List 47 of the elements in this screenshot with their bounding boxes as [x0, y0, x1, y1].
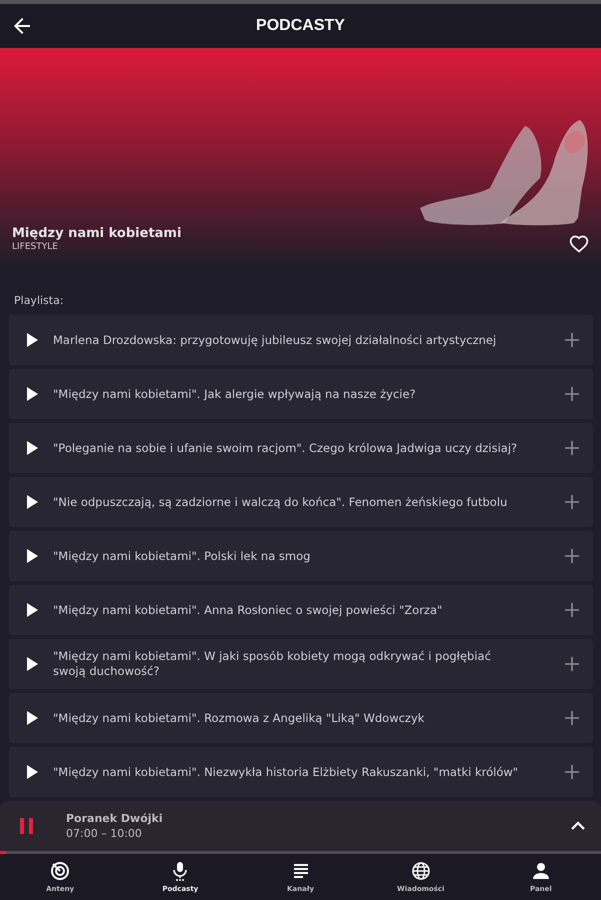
playlist-item[interactable]: "Między nami kobietami". W jaki sposób kobiety mogą odkrywać i pogłębiać swoją duchowość? [9, 639, 593, 689]
now-playing-time: 07:00 – 10:00 [66, 827, 143, 840]
episode-title: Marlena Drozdowska: przygotowuję jubileusz swojej działalności artystycznej [53, 332, 498, 348]
plus-icon[interactable] [565, 333, 579, 347]
episode-title: "Poleganie na sobie i ufanie swoim racjom". Czego królowa Jadwiga uczy dzisiaj? [53, 440, 518, 456]
heart-icon[interactable] [569, 234, 589, 254]
play-icon[interactable] [25, 711, 39, 725]
plus-icon[interactable] [565, 765, 579, 779]
playlist-item[interactable]: "Poleganie na sobie i ufanie swoim racjom". Czego królowa Jadwiga uczy dzisiaj? [9, 423, 593, 473]
podcast-category: LIFESTYLE [12, 242, 59, 252]
playlist-label: Playlista: [14, 294, 65, 307]
play-icon[interactable] [25, 333, 39, 347]
antenna-icon [50, 861, 70, 881]
plus-icon[interactable] [565, 387, 579, 401]
screen-title: PODCASTY [256, 17, 345, 34]
plus-icon[interactable] [565, 657, 579, 671]
playlist-item[interactable]: "Między nami kobietami". Rozmowa z Angeliką "Liką" Wdowczyk [9, 693, 593, 743]
play-icon[interactable] [25, 387, 39, 401]
podcast-title: Między nami kobietami [12, 226, 182, 241]
episode-title: "Między nami kobietami". Polski lek na smog [53, 548, 312, 564]
episode-title: "Między nami kobietami". Niezwykła historia Elżbiety Rakuszanki, "matki królów" [53, 764, 520, 780]
plus-icon[interactable] [565, 495, 579, 509]
pause-icon[interactable] [18, 817, 36, 835]
person-icon [530, 861, 551, 881]
episode-title: "Między nami kobietami". Anna Rosłoniec o swojej powieści "Zorza" [53, 602, 444, 618]
episode-title: "Nie odpuszczają, są zadziorne i walczą do końca". Fenomen żeńskiego futbolu [53, 494, 508, 510]
play-icon[interactable] [25, 765, 39, 779]
playlist-item[interactable]: "Między nami kobietami". Polski lek na smog [9, 531, 593, 581]
play-icon[interactable] [25, 549, 39, 563]
episode-title: "Między nami kobietami". W jaki sposób kobiety mogą odkrywać i pogłębiać swoją duchowość? [53, 649, 492, 679]
play-icon[interactable] [25, 603, 39, 617]
plus-icon[interactable] [565, 441, 579, 455]
plus-icon[interactable] [565, 711, 579, 725]
playlist-item[interactable]: "Między nami kobietami". Niezwykła historia Elżbiety Rakuszanki, "matki królów" [9, 747, 593, 797]
plus-icon[interactable] [565, 603, 579, 617]
plus-icon[interactable] [565, 549, 579, 563]
play-icon[interactable] [25, 441, 39, 455]
episode-title: "Między nami kobietami". Rozmowa z Angeliką "Liką" Wdowczyk [53, 710, 426, 726]
playlist-item[interactable]: "Nie odpuszczają, są zadziorne i walczą do końca". Fenomen żeńskiego futbolu [9, 477, 593, 527]
playlist-item[interactable]: "Między nami kobietami". Anna Rosłoniec o swojej powieści "Zorza" [9, 585, 593, 635]
playlist-item[interactable]: "Między nami kobietami". Jak alergie wpływają na nasze życie? [9, 369, 593, 419]
episode-title: "Między nami kobietami". Jak alergie wpływają na nasze życie? [53, 386, 417, 402]
playlist-item[interactable]: Marlena Drozdowska: przygotowuję jubileusz swojej działalności artystycznej [9, 315, 593, 365]
now-playing-title: Poranek Dwójki [66, 812, 164, 825]
play-icon[interactable] [25, 495, 39, 509]
play-icon[interactable] [25, 657, 39, 671]
globe-icon [410, 861, 431, 881]
